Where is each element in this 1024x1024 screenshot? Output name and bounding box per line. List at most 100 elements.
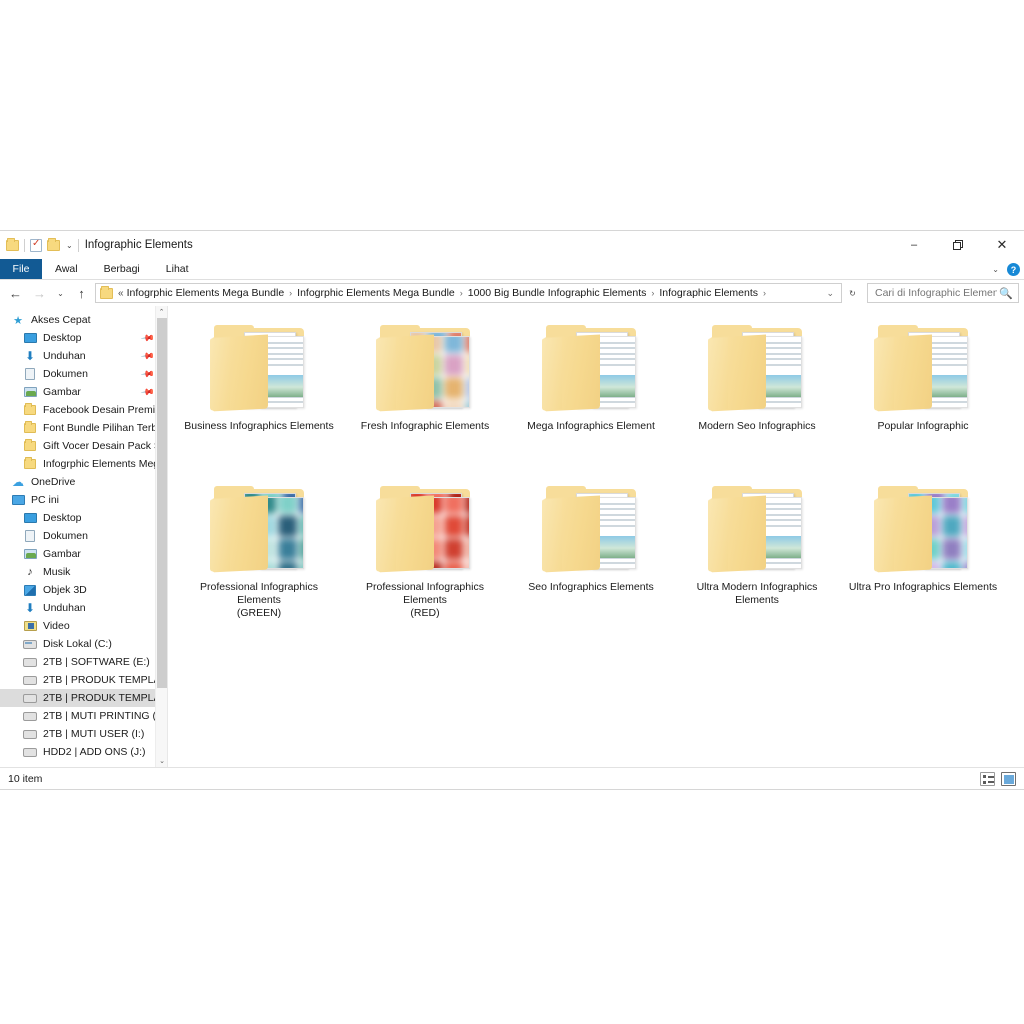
folder-item[interactable]: Fresh Infographic Elements xyxy=(342,314,508,475)
folder-thumbnail[interactable] xyxy=(540,483,642,575)
folder-icon xyxy=(208,322,310,414)
close-button[interactable]: ✕ xyxy=(980,231,1024,259)
breadcrumb[interactable]: « Infogrphic Elements Mega Bundle › Info… xyxy=(95,283,842,303)
folder-thumbnail[interactable] xyxy=(706,322,808,414)
sidebar-item-2tb-produk-template-2-g[interactable]: 2TB | PRODUK TEMPLATE 2 (G:) xyxy=(0,689,167,707)
sidebar-item-musik[interactable]: ♪ Musik xyxy=(0,563,167,581)
back-button[interactable]: ← xyxy=(5,282,26,304)
tab-file[interactable]: File xyxy=(0,259,42,279)
folder-thumbnail[interactable] xyxy=(540,322,642,414)
sidebar-item-facebook-desain-premium-exlus[interactable]: Facebook Desain Premium Exlus xyxy=(0,401,167,419)
ribbon-right-controls: ⌄ ? xyxy=(992,259,1020,280)
folder-icon xyxy=(872,322,974,414)
minimize-button[interactable]: – xyxy=(892,231,936,259)
sidebar-item-2tb-muti-user-i[interactable]: 2TB | MUTI USER (I:) xyxy=(0,725,167,743)
pin-icon[interactable]: 📌 xyxy=(140,366,155,382)
sidebar-item-2tb-software-e[interactable]: 2TB | SOFTWARE (E:) xyxy=(0,653,167,671)
folder-item[interactable]: Ultra Modern Infographics Elements xyxy=(674,475,840,636)
sidebar-item-dokumen[interactable]: Dokumen 📌 xyxy=(0,365,167,383)
breadcrumb-item-3[interactable]: 1000 Big Bundle Infographic Elements xyxy=(468,287,647,299)
tab-awal[interactable]: Awal xyxy=(42,259,91,279)
sidebar-item-hdd2-add-ons-j[interactable]: HDD2 | ADD ONS (J:) xyxy=(0,743,167,761)
folder-thumbnail[interactable] xyxy=(208,322,310,414)
sidebar-group-onedrive[interactable]: ☁ OneDrive xyxy=(0,473,167,491)
folder-icon[interactable] xyxy=(6,237,19,251)
breadcrumb-item-2[interactable]: Infogrphic Elements Mega Bundle xyxy=(297,287,455,299)
help-icon[interactable]: ? xyxy=(1007,263,1020,276)
drive-icon xyxy=(22,729,38,739)
scroll-down-arrow[interactable]: ⌄ xyxy=(156,755,167,767)
breadcrumb-item-4[interactable]: Infographic Elements xyxy=(659,287,758,299)
sidebar-item-label: Gift Vocer Desain Pack Selection xyxy=(43,440,167,452)
folder-thumbnail[interactable] xyxy=(208,483,310,575)
pin-icon[interactable]: 📌 xyxy=(140,348,155,364)
sidebar-item-infogrphic-elements-mega-bund[interactable]: Infogrphic Elements Mega Bund xyxy=(0,455,167,473)
sidebar-item-unduhan[interactable]: ⬇ Unduhan 📌 xyxy=(0,347,167,365)
drive-icon xyxy=(22,711,38,721)
sidebar-group-label: Akses Cepat xyxy=(31,314,91,326)
sidebar-item-font-bundle-pilihan-terbaik-v-1[interactable]: Font Bundle Pilihan Terbaik V.1 xyxy=(0,419,167,437)
folder-item[interactable]: Modern Seo Infographics xyxy=(674,314,840,475)
pin-icon[interactable]: 📌 xyxy=(140,330,155,346)
folder-item[interactable]: Professional Infographics Elements (RED) xyxy=(342,475,508,636)
sidebar-item-2tb-muti-printing-h[interactable]: 2TB | MUTI PRINTING (H:) xyxy=(0,707,167,725)
search-icon[interactable]: 🔍 xyxy=(999,287,1013,300)
folder-thumbnail[interactable] xyxy=(872,322,974,414)
folder-item[interactable]: Business Infographics Elements xyxy=(176,314,342,475)
large-icons-view-icon[interactable] xyxy=(1001,771,1016,786)
breadcrumb-overflow[interactable]: « xyxy=(118,288,124,299)
navigation-scrollbar[interactable]: ⌃ ⌄ xyxy=(155,306,167,767)
sidebar-item-disk-lokal-c[interactable]: Disk Lokal (C:) xyxy=(0,635,167,653)
tab-berbagi[interactable]: Berbagi xyxy=(91,259,153,279)
toolbar-divider xyxy=(77,238,79,252)
folder-thumbnail[interactable] xyxy=(374,483,476,575)
scrollbar-thumb[interactable] xyxy=(157,318,167,688)
folder-thumbnail[interactable] xyxy=(872,483,974,575)
sidebar-item-desktop[interactable]: Desktop 📌 xyxy=(0,329,167,347)
folder-thumbnail[interactable] xyxy=(374,322,476,414)
sidebar-item-2tb-produk-template-1-f[interactable]: 2TB | PRODUK TEMPLATE 1 (F:) xyxy=(0,671,167,689)
folder-item[interactable]: Professional Infographics Elements (GREEN… xyxy=(176,475,342,636)
scroll-up-arrow[interactable]: ⌃ xyxy=(156,306,167,318)
folder-item[interactable]: Seo Infographics Elements xyxy=(508,475,674,636)
sidebar-item-gambar[interactable]: Gambar 📌 xyxy=(0,383,167,401)
chevron-down-icon[interactable]: ⌄ xyxy=(824,288,836,299)
sidebar-item-gambar[interactable]: Gambar xyxy=(0,545,167,563)
recent-locations-button[interactable]: ⌄ xyxy=(53,282,68,304)
folder-label: Professional Infographics Elements (RED) xyxy=(345,581,505,620)
photo-preview xyxy=(598,375,635,397)
sidebar-item-gift-vocer-desain-pack-selection[interactable]: Gift Vocer Desain Pack Selection xyxy=(0,437,167,455)
new-folder-icon[interactable] xyxy=(47,237,60,251)
pin-icon[interactable]: 📌 xyxy=(140,384,155,400)
sidebar-group-quick-access[interactable]: ★ Akses Cepat xyxy=(0,311,167,329)
folder-item[interactable]: Mega Infographics Element xyxy=(508,314,674,475)
folder-thumbnail[interactable] xyxy=(706,483,808,575)
folder-name: Business Infographics Elements xyxy=(184,420,334,432)
sidebar-item-objek-3d[interactable]: Objek 3D xyxy=(0,581,167,599)
navigation-list: ★ Akses Cepat Desktop 📌 ⬇ Unduhan 📌 Dokumen 📌 Gam… xyxy=(0,306,167,761)
refresh-button[interactable]: ↻ xyxy=(845,282,860,304)
details-view-icon[interactable] xyxy=(980,771,995,786)
tab-lihat[interactable]: Lihat xyxy=(153,259,202,279)
chevron-down-icon[interactable]: ⌄ xyxy=(66,241,73,250)
folder-icon xyxy=(374,322,476,414)
properties-icon[interactable] xyxy=(30,237,42,252)
folder-name: Ultra Modern Infographics Elements xyxy=(696,581,818,606)
view-toggles xyxy=(980,771,1016,786)
folder-item[interactable]: Ultra Pro Infographics Elements xyxy=(840,475,1006,636)
chevron-down-icon[interactable]: ⌄ xyxy=(992,265,999,274)
folder-item[interactable]: Popular Infographic xyxy=(840,314,1006,475)
up-button[interactable]: ↑ xyxy=(71,282,92,304)
sidebar-item-dokumen[interactable]: Dokumen xyxy=(0,527,167,545)
sidebar-group-this-pc[interactable]: PC ini xyxy=(0,491,167,509)
sidebar-item-label: Gambar xyxy=(43,548,81,560)
sidebar-item-unduhan[interactable]: ⬇ Unduhan xyxy=(0,599,167,617)
breadcrumb-item-1[interactable]: Infogrphic Elements Mega Bundle xyxy=(127,287,285,299)
sidebar-item-desktop[interactable]: Desktop xyxy=(0,509,167,527)
maximize-button[interactable] xyxy=(936,231,980,259)
sidebar-group-label: PC ini xyxy=(31,494,60,506)
search-box[interactable]: 🔍 xyxy=(867,283,1019,303)
sidebar-item-video[interactable]: Video xyxy=(0,617,167,635)
content-pane[interactable]: Business Infographics Elements Fresh Info… xyxy=(168,306,1024,767)
search-input[interactable] xyxy=(873,286,1000,300)
